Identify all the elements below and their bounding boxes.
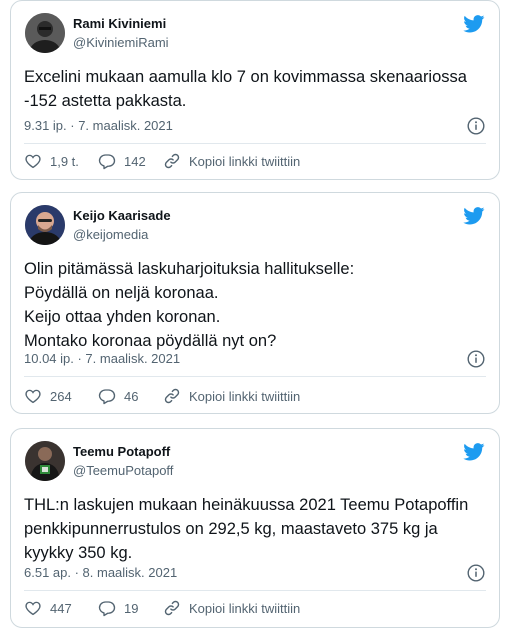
tweet-timestamp[interactable]: 9.31 ip. · 7. maalisk. 2021: [24, 118, 173, 133]
info-icon[interactable]: [467, 117, 485, 135]
tweet-timestamp[interactable]: 6.51 ap. · 8. maalisk. 2021: [24, 565, 177, 580]
tweet-actions: 264 46 Kopioi linkki twiittiin: [24, 386, 486, 406]
avatar[interactable]: [25, 205, 65, 245]
heart-icon: [25, 389, 41, 404]
copy-link-button[interactable]: Kopioi linkki twiittiin: [163, 152, 300, 170]
twitter-bird-icon[interactable]: [463, 207, 485, 225]
tweet-text-line: THL:n laskujen mukaan heinäkuussa 2021 T…: [24, 496, 469, 514]
like-count: 447: [50, 600, 72, 616]
heart-icon: [25, 154, 41, 169]
author-name[interactable]: Teemu Potapoff: [73, 444, 170, 459]
like-button[interactable]: 1,9 t.: [24, 152, 98, 170]
link-icon: [164, 388, 180, 404]
tweet-text-line: Keijo ottaa yhden koronan.: [24, 308, 221, 326]
divider: [24, 376, 486, 377]
tweet-timestamp[interactable]: 10.04 ip. · 7. maalisk. 2021: [24, 351, 180, 366]
tweet-text-line: Excelini mukaan aamulla klo 7 on kovimma…: [24, 68, 467, 86]
like-count: 1,9 t.: [50, 153, 79, 169]
reply-count: 142: [124, 153, 146, 169]
author-name[interactable]: Rami Kiviniemi: [73, 16, 166, 31]
author-name[interactable]: Keijo Kaarisade: [73, 208, 171, 223]
divider: [24, 590, 486, 591]
tweet-actions: 447 19 Kopioi linkki twiittiin: [24, 598, 486, 618]
copy-link-label: Kopioi linkki twiittiin: [189, 153, 301, 169]
heart-icon: [25, 601, 41, 616]
author-handle[interactable]: @TeemuPotapoff: [73, 463, 173, 478]
like-count: 264: [50, 388, 72, 404]
divider: [24, 143, 486, 144]
tweet-text-line: penkkipunnerrustulos on 292,5 kg, maasta…: [24, 520, 438, 538]
link-icon: [164, 600, 180, 616]
tweet-card[interactable]: Keijo Kaarisade @keijomedia Olin pitämäs…: [10, 192, 500, 414]
twitter-bird-icon[interactable]: [463, 443, 485, 461]
copy-link-button[interactable]: Kopioi linkki twiittiin: [163, 599, 300, 617]
reply-count: 19: [124, 600, 139, 616]
tweet-text-line: kyykky 350 kg.: [24, 544, 133, 562]
reply-bubble-icon: [98, 601, 116, 617]
reply-count: 46: [124, 388, 139, 404]
avatar[interactable]: [25, 441, 65, 481]
tweet-text-line: Montako koronaa pöydällä nyt on?: [24, 332, 277, 350]
reply-button[interactable]: 142: [98, 152, 163, 170]
copy-link-label: Kopioi linkki twiittiin: [189, 388, 301, 404]
tweet-text-line: Olin pitämässä laskuharjoituksia hallitu…: [24, 260, 355, 278]
like-button[interactable]: 264: [24, 387, 98, 405]
tweet-card[interactable]: Teemu Potapoff @TeemuPotapoff THL:n lask…: [10, 428, 500, 628]
reply-bubble-icon: [98, 154, 116, 170]
like-button[interactable]: 447: [24, 599, 98, 617]
tweet-actions: 1,9 t. 142 Kopioi linkki twiittiin: [24, 151, 486, 171]
author-handle[interactable]: @KiviniemiRami: [73, 35, 169, 50]
reply-button[interactable]: 46: [98, 387, 163, 405]
reply-bubble-icon: [98, 389, 116, 405]
tweet-text-line: -152 astetta pakkasta.: [24, 92, 187, 110]
copy-link-button[interactable]: Kopioi linkki twiittiin: [163, 387, 300, 405]
avatar[interactable]: [25, 13, 65, 53]
reply-button[interactable]: 19: [98, 599, 163, 617]
tweet-text: Olin pitämässä laskuharjoituksia hallitu…: [24, 257, 485, 353]
twitter-bird-icon[interactable]: [463, 15, 485, 33]
copy-link-label: Kopioi linkki twiittiin: [189, 600, 301, 616]
tweet-text: Excelini mukaan aamulla klo 7 on kovimma…: [24, 65, 485, 113]
tweet-text: THL:n laskujen mukaan heinäkuussa 2021 T…: [24, 493, 485, 565]
author-handle[interactable]: @keijomedia: [73, 227, 148, 242]
tweet-card[interactable]: Rami Kiviniemi @KiviniemiRami Excelini m…: [10, 0, 500, 180]
info-icon[interactable]: [467, 564, 485, 582]
tweet-text-line: Pöydällä on neljä koronaa.: [24, 284, 219, 302]
info-icon[interactable]: [467, 350, 485, 368]
link-icon: [164, 153, 180, 169]
